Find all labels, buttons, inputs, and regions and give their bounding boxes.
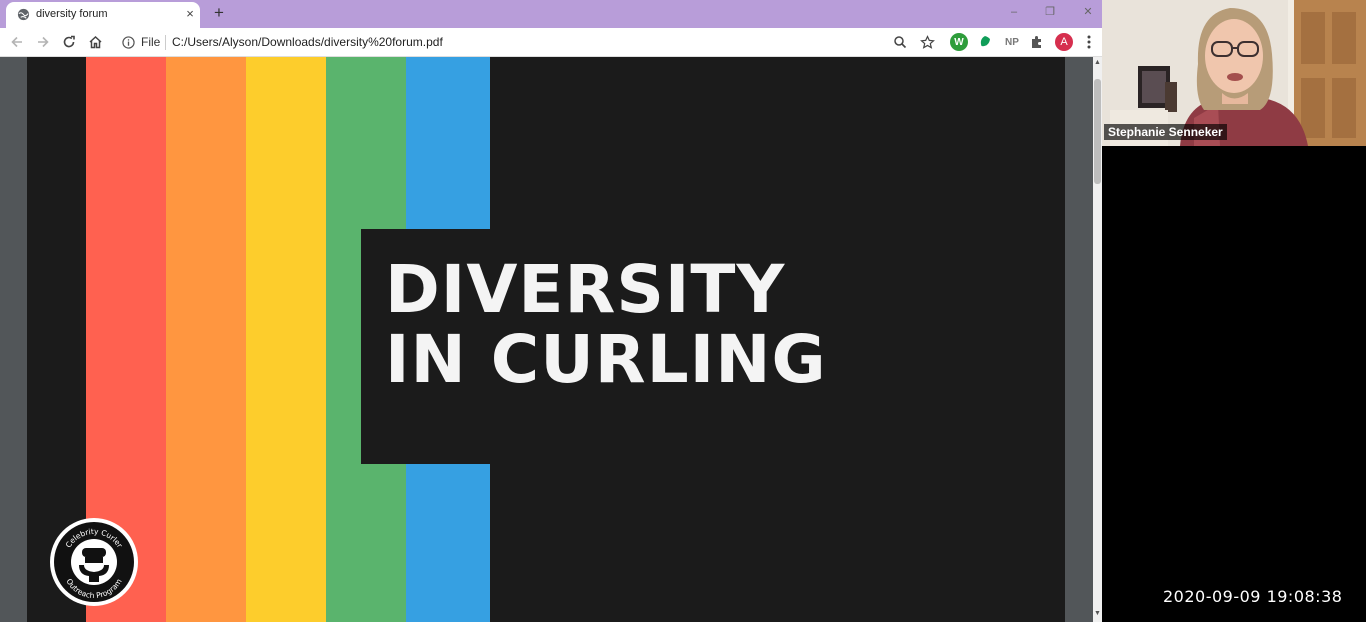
close-tab-icon[interactable]: × bbox=[182, 6, 198, 22]
home-icon bbox=[88, 35, 102, 49]
recording-timestamp: 2020-09-09 19:08:38 bbox=[1163, 587, 1343, 606]
forward-button[interactable] bbox=[34, 33, 52, 51]
search-icon bbox=[894, 36, 907, 49]
slide-title-line-1: DIVERSITY bbox=[385, 251, 786, 328]
star-icon bbox=[919, 34, 935, 49]
browser-window: diversity forum × + – ❐ ✕ File C:/Users/… bbox=[0, 0, 1102, 622]
scroll-up-arrow-icon[interactable]: ▲ bbox=[1093, 59, 1102, 66]
address-bar[interactable]: File C:/Users/Alyson/Downloads/diversity… bbox=[112, 31, 944, 54]
celebrity-curler-logo: Celebrity Curler Outreach Program bbox=[50, 518, 138, 606]
stripe-yellow bbox=[246, 57, 326, 622]
scrollbar-thumb[interactable] bbox=[1094, 79, 1101, 184]
restore-button[interactable]: ❐ bbox=[1040, 4, 1060, 20]
participant-name-label: Stephanie Senneker bbox=[1104, 124, 1227, 140]
profile-avatar[interactable]: A bbox=[1055, 33, 1073, 51]
reload-button[interactable] bbox=[60, 33, 78, 51]
zoom-search-button[interactable] bbox=[891, 33, 909, 51]
np-extension-icon[interactable]: NP bbox=[1002, 33, 1022, 51]
home-button[interactable] bbox=[86, 33, 104, 51]
slide-title-line-2: IN CURLING bbox=[385, 321, 827, 398]
globe-icon bbox=[17, 8, 30, 21]
slide-page: DIVERSITY IN CURLING Celebrity Curler Ou… bbox=[27, 57, 1065, 622]
address-separator bbox=[165, 35, 166, 50]
participant-video-tile: Stephanie Senneker bbox=[1102, 0, 1366, 146]
reload-icon bbox=[63, 35, 75, 48]
url-text[interactable]: C:/Users/Alyson/Downloads/diversity%20fo… bbox=[172, 35, 443, 49]
tab-diversity-forum[interactable]: diversity forum × bbox=[6, 2, 200, 28]
close-window-button[interactable]: ✕ bbox=[1078, 4, 1098, 20]
browser-toolbar: File C:/Users/Alyson/Downloads/diversity… bbox=[0, 28, 1102, 57]
scheme-label: File bbox=[141, 35, 161, 49]
scroll-down-arrow-icon[interactable]: ▼ bbox=[1093, 610, 1102, 617]
browser-menu-button[interactable] bbox=[1080, 33, 1098, 51]
leaf-icon bbox=[980, 36, 990, 47]
info-icon[interactable] bbox=[122, 36, 135, 49]
slide-title-block: DIVERSITY IN CURLING bbox=[361, 229, 1065, 464]
extensions-button[interactable] bbox=[1028, 33, 1046, 51]
w-extension-icon[interactable]: W bbox=[950, 33, 968, 51]
stripe-orange bbox=[166, 57, 246, 622]
kebab-menu-icon bbox=[1087, 35, 1091, 49]
puzzle-icon bbox=[1032, 36, 1041, 48]
tab-title: diversity forum bbox=[36, 8, 108, 20]
minimize-button[interactable]: – bbox=[1004, 4, 1024, 20]
arrow-left-icon bbox=[11, 36, 22, 48]
bookmark-button[interactable] bbox=[918, 33, 936, 51]
vertical-scrollbar[interactable]: ▲ ▼ bbox=[1093, 57, 1102, 622]
back-button[interactable] bbox=[8, 33, 26, 51]
new-tab-button[interactable]: + bbox=[210, 4, 228, 22]
pdf-viewer[interactable]: DIVERSITY IN CURLING Celebrity Curler Ou… bbox=[0, 57, 1102, 622]
arrow-right-icon bbox=[38, 36, 49, 48]
leaf-extension-icon[interactable] bbox=[976, 33, 994, 51]
tab-strip: diversity forum × + – ❐ ✕ bbox=[0, 0, 1102, 28]
